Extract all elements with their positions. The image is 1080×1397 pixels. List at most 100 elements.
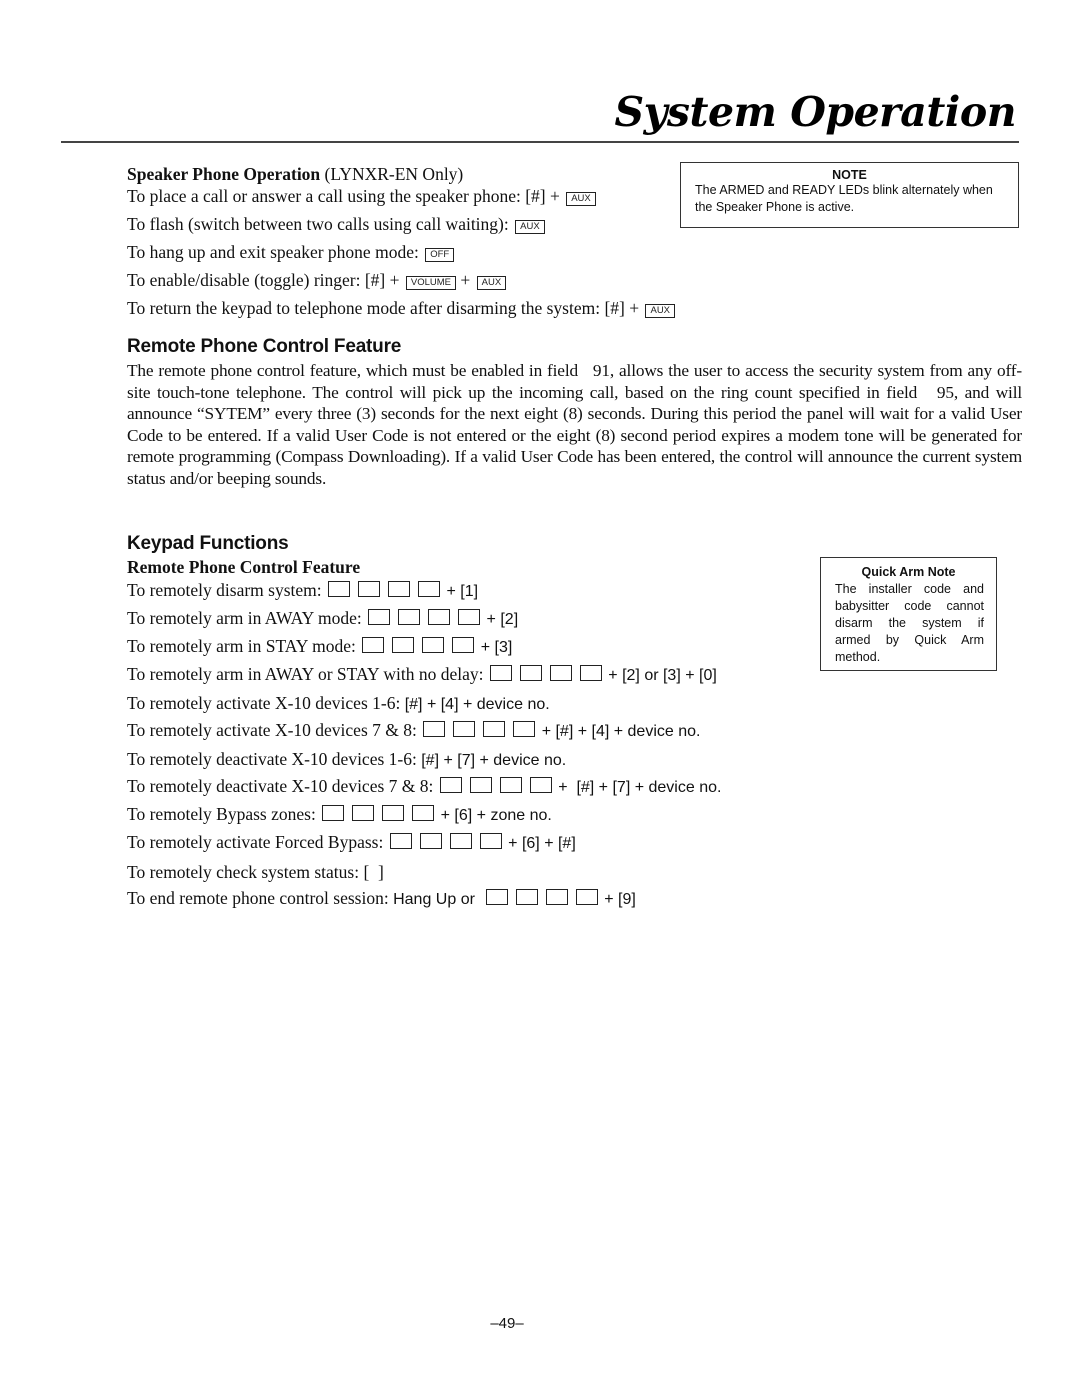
speaker-line-text: To return the keypad to telephone mode a… — [127, 298, 644, 318]
title-rule — [61, 141, 1019, 143]
keypad-function-keys: + [6] + zone no. — [436, 807, 552, 824]
speaker-line-return-telephone: To return the keypad to telephone mode a… — [127, 298, 676, 318]
page-title: System Operation — [614, 88, 1017, 136]
aux-key: AUX — [566, 192, 596, 206]
keypad-function-keys: + [1] — [442, 583, 479, 600]
keypad-function-label: To remotely disarm system: — [127, 580, 327, 600]
keypad-function-keys: [ ] — [363, 862, 384, 882]
keypad-function-row: To remotely arm in AWAY or STAY with no … — [127, 664, 717, 686]
code-digit-box — [358, 581, 381, 597]
keypad-function-keys: + [#] + [4] + device no. — [537, 723, 701, 740]
keypad-function-keys: + [2] — [482, 611, 519, 628]
code-digit-box — [382, 805, 405, 821]
keypad-function-row: To remotely deactivate X-10 devices 1-6:… — [127, 749, 566, 771]
speaker-line-hang-up: To hang up and exit speaker phone mode: … — [127, 242, 455, 262]
off-key: OFF — [425, 248, 455, 262]
note-title: NOTE — [832, 168, 867, 182]
speaker-phone-heading-suffix: (LYNXR-EN Only) — [320, 164, 464, 184]
code-digit-box — [419, 833, 442, 849]
code-digit-box — [322, 805, 345, 821]
code-digit-box — [422, 637, 445, 653]
keypad-function-row: To remotely arm in STAY mode: + [3] — [127, 636, 512, 658]
volume-key: VOLUME — [405, 276, 457, 290]
keypad-function-label: To remotely arm in AWAY or STAY with no … — [127, 664, 488, 684]
keypad-function-keys: + [3] — [476, 639, 513, 656]
speaker-line-toggle-ringer: To enable/disable (toggle) ringer: [#] +… — [127, 270, 507, 290]
speaker-line-text: To hang up and exit speaker phone mode: — [127, 242, 424, 262]
keypad-function-keys: [#] + [4] + device no. — [404, 696, 550, 713]
code-digit-box — [389, 833, 412, 849]
user-code-boxes — [423, 721, 536, 737]
keypad-function-row: To remotely check system status: [ ] — [127, 862, 384, 882]
quick-arm-note-body: The installer code and babysitter code c… — [835, 582, 984, 664]
note-box: NOTE The ARMED and READY LEDs blink alte… — [680, 162, 1019, 228]
keypad-function-label: To remotely arm in STAY mode: — [127, 636, 361, 656]
user-code-boxes — [362, 637, 475, 653]
keypad-function-keys: + [9] — [599, 891, 636, 908]
code-digit-box — [328, 581, 351, 597]
code-digit-box — [575, 889, 598, 905]
code-digit-box — [398, 609, 421, 625]
keypad-function-label: To remotely arm in AWAY mode: — [127, 608, 367, 628]
keypad-functions-subheading: Remote Phone Control Feature — [127, 557, 361, 577]
speaker-phone-heading: Speaker Phone Operation (LYNXR-EN Only) — [127, 164, 463, 184]
keypad-function-row: To remotely arm in AWAY mode: + [2] — [127, 608, 518, 630]
code-digit-box — [485, 889, 508, 905]
code-digit-box — [513, 721, 536, 737]
keypad-function-keys: + [6] + [#] — [503, 835, 576, 852]
code-digit-box — [489, 665, 512, 681]
plus-joiner: + — [456, 270, 475, 290]
speaker-line-text: To place a call or answer a call using t… — [127, 186, 565, 206]
keypad-function-label: To remotely check system status: — [127, 862, 364, 882]
note-body: The ARMED and READY LEDs blink alternate… — [695, 183, 993, 214]
aux-key: AUX — [645, 304, 676, 318]
user-code-boxes — [485, 889, 598, 905]
code-digit-box — [418, 581, 441, 597]
speaker-line-place-call: To place a call or answer a call using t… — [127, 186, 596, 206]
user-code-boxes — [439, 777, 552, 793]
code-digit-box — [392, 637, 415, 653]
keypad-function-row: To remotely activate X-10 devices 1-6: [… — [127, 693, 550, 715]
code-digit-box — [449, 833, 472, 849]
user-code-boxes — [389, 833, 502, 849]
keypad-function-label: To remotely Bypass zones: — [127, 804, 321, 824]
user-code-boxes — [489, 665, 602, 681]
keypad-function-row: To remotely deactivate X-10 devices 7 & … — [127, 776, 721, 798]
keypad-function-label: To remotely activate X-10 devices 7 & 8: — [127, 720, 422, 740]
keypad-function-label: To remotely deactivate X-10 devices 1-6: — [127, 749, 422, 769]
code-digit-box — [519, 665, 542, 681]
code-digit-box — [458, 609, 481, 625]
code-digit-box — [453, 721, 476, 737]
speaker-line-text: To flash (switch between two calls using… — [127, 214, 514, 234]
keypad-function-keys: [#] + [7] + device no. — [421, 752, 567, 769]
speaker-line-text: To enable/disable (toggle) ringer: [#] + — [127, 270, 404, 290]
code-digit-box — [352, 805, 375, 821]
aux-key: AUX — [515, 220, 545, 234]
code-digit-box — [428, 609, 451, 625]
user-code-boxes — [368, 609, 481, 625]
keypad-function-row: To remotely activate Forced Bypass: + [6… — [127, 832, 576, 854]
code-digit-box — [452, 637, 475, 653]
quick-arm-note-title: Quick Arm Note — [861, 565, 956, 579]
code-digit-box — [368, 609, 391, 625]
keypad-function-keys: + [#] + [7] + device no. — [553, 779, 722, 796]
code-digit-box — [499, 777, 522, 793]
code-digit-box — [479, 833, 502, 849]
code-digit-box — [388, 581, 411, 597]
keypad-function-keys: + [2] or [3] + [0] — [603, 667, 717, 684]
code-digit-box — [545, 889, 568, 905]
code-digit-box — [549, 665, 572, 681]
code-digit-box — [469, 777, 492, 793]
code-digit-box — [515, 889, 538, 905]
code-digit-box — [412, 805, 435, 821]
keypad-function-label: To remotely activate Forced Bypass: — [127, 832, 388, 852]
remote-phone-heading: Remote Phone Control Feature — [127, 336, 402, 357]
remote-phone-paragraph: The remote phone control feature, which … — [127, 361, 1027, 488]
keypad-function-row: To end remote phone control session: Han… — [127, 888, 636, 910]
quick-arm-note-box: Quick Arm Note The installer code and ba… — [820, 557, 997, 671]
code-digit-box — [529, 777, 552, 793]
user-code-boxes — [328, 581, 441, 597]
user-code-boxes — [322, 805, 435, 821]
keypad-function-row: To remotely activate X-10 devices 7 & 8:… — [127, 720, 700, 742]
keypad-function-label: To end remote phone control session: — [127, 888, 394, 908]
